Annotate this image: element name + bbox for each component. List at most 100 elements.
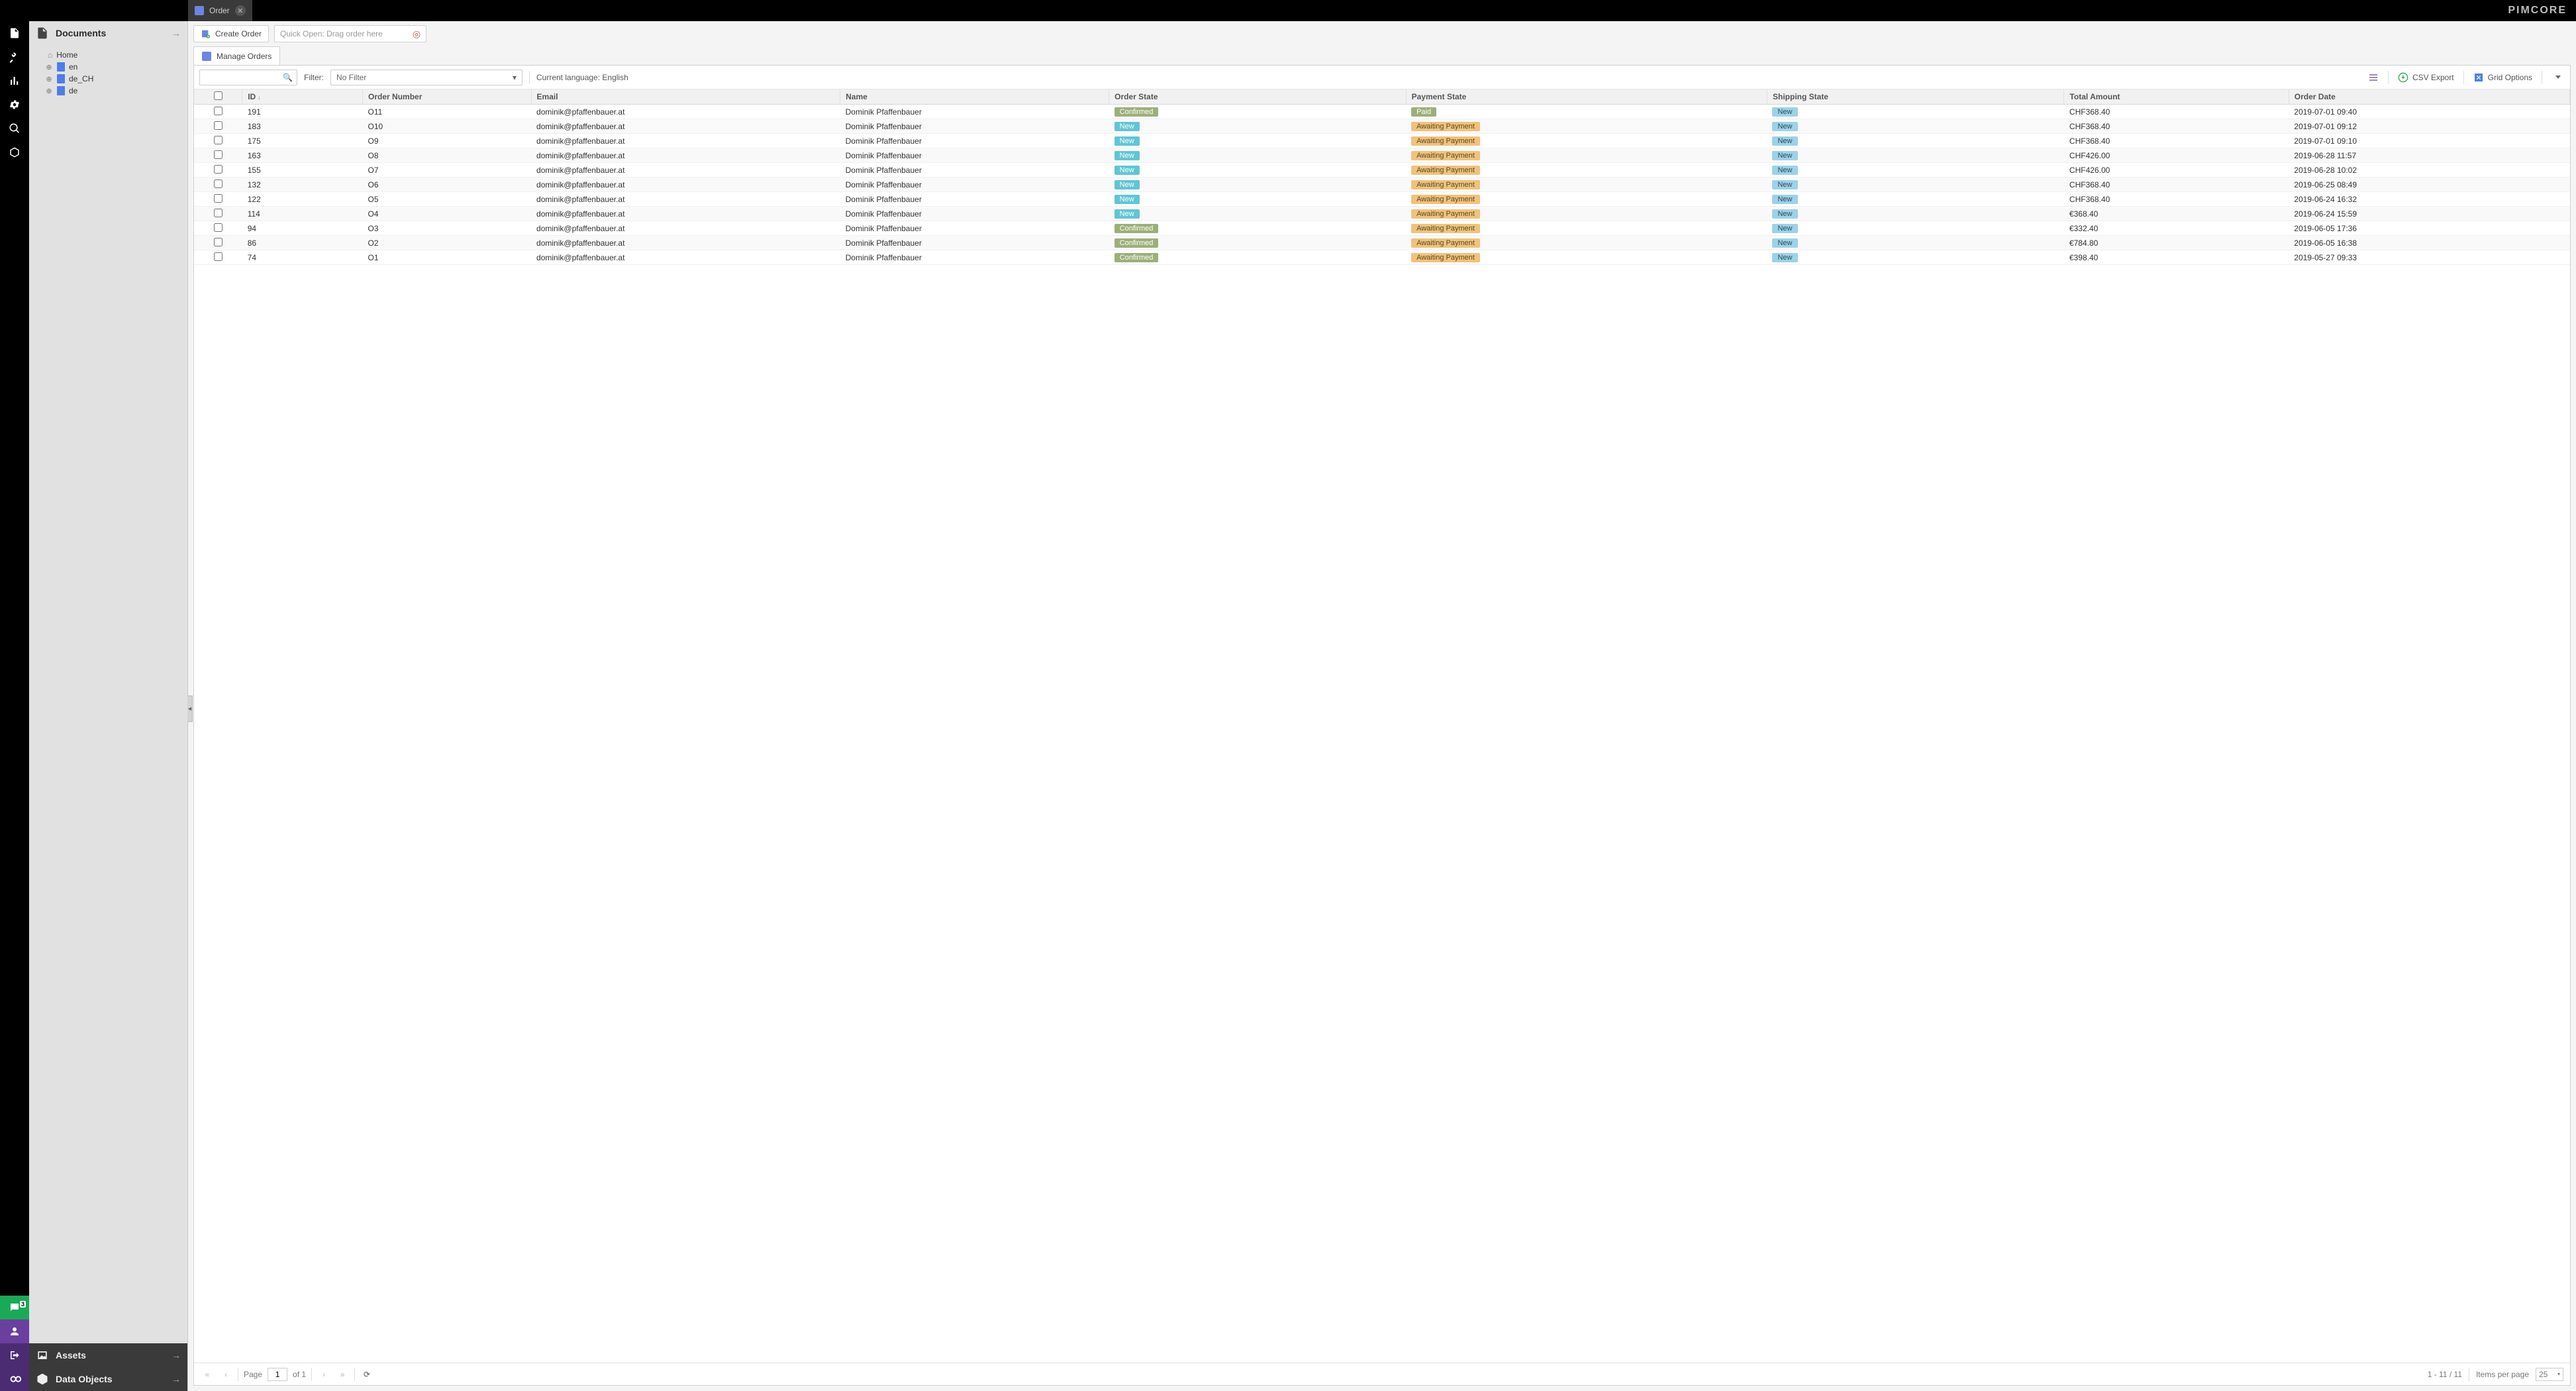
left-icon-rail: 3 — [0, 21, 29, 1391]
cell-shipping-state: New — [1767, 134, 2063, 148]
collapse-sidepanel-handle[interactable] — [187, 696, 193, 722]
section-label: Documents — [56, 28, 106, 38]
row-checkbox[interactable] — [214, 223, 223, 232]
list-view-icon[interactable] — [2365, 70, 2381, 85]
cell-name: Dominik Pfaffenbauer — [840, 119, 1109, 134]
section-documents[interactable]: Documents → — [29, 21, 187, 45]
tree-home[interactable]: ⌂ Home — [29, 49, 187, 61]
row-checkbox[interactable] — [214, 165, 223, 174]
search-field[interactable] — [204, 73, 283, 82]
state-badge: Awaiting Payment — [1411, 224, 1480, 233]
cell-email: dominik@pfaffenbauer.at — [531, 119, 840, 134]
filter-bar: 🔍 Filter: No Filter ▾ Current language: … — [194, 66, 2570, 89]
tree-item[interactable]: ⊕en — [29, 61, 187, 73]
arrow-right-icon: → — [172, 1374, 181, 1384]
create-order-icon — [201, 28, 211, 39]
filter-select[interactable]: No Filter ▾ — [330, 70, 522, 85]
expand-icon[interactable]: ⊕ — [45, 63, 53, 71]
rail-search-icon[interactable] — [0, 117, 29, 140]
close-icon[interactable]: ✕ — [235, 5, 246, 16]
row-checkbox[interactable] — [214, 150, 223, 159]
filter-label: Filter: — [304, 73, 324, 82]
col-order-date[interactable]: Order Date — [2289, 89, 2569, 105]
table-row[interactable]: 155O7dominik@pfaffenbauer.atDominik Pfaf… — [194, 163, 2570, 178]
row-checkbox[interactable] — [214, 121, 223, 130]
rail-logout-icon[interactable] — [0, 1343, 29, 1367]
cell-order-date: 2019-06-28 11:57 — [2289, 148, 2569, 163]
state-badge: Awaiting Payment — [1411, 136, 1480, 146]
first-page-button[interactable]: « — [201, 1368, 214, 1381]
expand-icon[interactable]: ⊕ — [45, 87, 53, 95]
col-payment-state[interactable]: Payment State — [1406, 89, 1767, 105]
tab-order[interactable]: Order ✕ — [188, 0, 252, 21]
col-order-state[interactable]: Order State — [1109, 89, 1406, 105]
search-icon[interactable]: 🔍 — [283, 73, 293, 82]
next-page-button[interactable]: › — [317, 1368, 330, 1381]
document-icon — [57, 86, 65, 95]
tree-item[interactable]: ⊕de — [29, 85, 187, 97]
prev-page-button[interactable]: ‹ — [219, 1368, 232, 1381]
pager-bar: « ‹ Page of 1 › » ⟳ 1 - 11 / 11 Items pe… — [194, 1363, 2570, 1385]
rail-infinity-icon[interactable] — [0, 1367, 29, 1391]
select-all-header[interactable] — [194, 89, 242, 105]
page-of-label: of 1 — [293, 1370, 306, 1379]
cell-email: dominik@pfaffenbauer.at — [531, 207, 840, 221]
section-data-objects[interactable]: Data Objects → — [29, 1367, 187, 1391]
orders-grid[interactable]: ID↓ Order Number Email Name Order State … — [194, 89, 2570, 1363]
cell-order-state: Confirmed — [1109, 221, 1406, 236]
table-row[interactable]: 74O1dominik@pfaffenbauer.atDominik Pfaff… — [194, 250, 2570, 265]
table-row[interactable]: 175O9dominik@pfaffenbauer.atDominik Pfaf… — [194, 134, 2570, 148]
table-row[interactable]: 191O11dominik@pfaffenbauer.atDominik Pfa… — [194, 105, 2570, 119]
row-checkbox[interactable] — [214, 180, 223, 188]
create-order-button[interactable]: Create Order — [193, 25, 269, 42]
row-checkbox[interactable] — [214, 209, 223, 217]
col-email[interactable]: Email — [531, 89, 840, 105]
table-row[interactable]: 122O5dominik@pfaffenbauer.atDominik Pfaf… — [194, 192, 2570, 207]
row-checkbox[interactable] — [214, 252, 223, 261]
rail-notifications-icon[interactable]: 3 — [0, 1296, 29, 1319]
rail-ecommerce-icon[interactable] — [0, 140, 29, 164]
csv-export-button[interactable]: CSV Export — [2395, 70, 2457, 85]
section-assets[interactable]: Assets → — [29, 1343, 187, 1367]
quick-open-dropzone[interactable]: Quick Open: Drag order here ◎ — [274, 25, 426, 42]
col-shipping-state[interactable]: Shipping State — [1767, 89, 2063, 105]
table-row[interactable]: 132O6dominik@pfaffenbauer.atDominik Pfaf… — [194, 178, 2570, 192]
table-row[interactable]: 163O8dominik@pfaffenbauer.atDominik Pfaf… — [194, 148, 2570, 163]
cell-total-amount: €398.40 — [2064, 250, 2289, 265]
grid-options-dropdown[interactable] — [2549, 70, 2565, 85]
state-badge: New — [1115, 151, 1140, 160]
table-row[interactable]: 183O10dominik@pfaffenbauer.atDominik Pfa… — [194, 119, 2570, 134]
cell-order-date: 2019-07-01 09:12 — [2289, 119, 2569, 134]
table-row[interactable]: 114O4dominik@pfaffenbauer.atDominik Pfaf… — [194, 207, 2570, 221]
search-input[interactable]: 🔍 — [199, 70, 297, 85]
cell-order-state: New — [1109, 192, 1406, 207]
rail-reports-icon[interactable] — [0, 69, 29, 93]
last-page-button[interactable]: » — [336, 1368, 349, 1381]
rail-file-icon[interactable] — [0, 21, 29, 45]
page-input[interactable] — [268, 1368, 287, 1381]
col-total-amount[interactable]: Total Amount — [2064, 89, 2289, 105]
row-checkbox[interactable] — [214, 136, 223, 144]
table-row[interactable]: 94O3dominik@pfaffenbauer.atDominik Pfaff… — [194, 221, 2570, 236]
col-id[interactable]: ID↓ — [242, 89, 363, 105]
tree-item[interactable]: ⊕de_CH — [29, 73, 187, 85]
col-name[interactable]: Name — [840, 89, 1109, 105]
col-order-number[interactable]: Order Number — [363, 89, 532, 105]
cell-total-amount: CHF368.40 — [2064, 119, 2289, 134]
refresh-button[interactable]: ⟳ — [360, 1368, 373, 1381]
rail-settings-icon[interactable] — [0, 93, 29, 117]
tab-manage-orders[interactable]: Manage Orders — [193, 46, 280, 65]
state-badge: Awaiting Payment — [1411, 238, 1480, 248]
row-checkbox[interactable] — [214, 194, 223, 203]
rail-tools-icon[interactable] — [0, 45, 29, 69]
rail-user-icon[interactable] — [0, 1319, 29, 1343]
grid-options-button[interactable]: Grid Options — [2471, 70, 2535, 85]
select-all-checkbox[interactable] — [214, 91, 223, 100]
items-per-page-select[interactable]: 25 ▾ — [2536, 1368, 2563, 1381]
download-icon — [2398, 72, 2408, 83]
table-row[interactable]: 86O2dominik@pfaffenbauer.atDominik Pfaff… — [194, 236, 2570, 250]
separator — [354, 1368, 355, 1381]
row-checkbox[interactable] — [214, 238, 223, 246]
expand-icon[interactable]: ⊕ — [45, 75, 53, 83]
row-checkbox[interactable] — [214, 107, 223, 115]
